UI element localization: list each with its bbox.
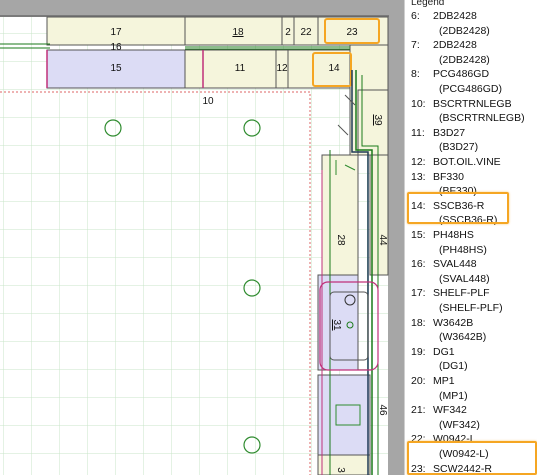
legend-item-code: DG1 <box>433 345 455 358</box>
legend-highlight-14 <box>407 192 509 224</box>
legend-item-code: SVAL448 <box>433 258 477 271</box>
label-17: 17 <box>110 27 122 38</box>
legend-item[interactable]: 7: 2DB2428 <box>411 39 477 51</box>
legend-item-number: 20: <box>411 375 426 387</box>
label-12: 12 <box>276 63 288 74</box>
legend-item-number: 15: <box>411 229 426 241</box>
legend-item-code: 2DB2428 <box>433 39 477 52</box>
legend-item-subcode: (WF342) <box>439 418 480 431</box>
label-2: 2 <box>285 27 291 38</box>
label-44: 44 <box>377 234 388 246</box>
legend-item-subcode: (PH48HS) <box>439 243 487 256</box>
legend-item-number: 11: <box>411 126 425 139</box>
legend-item[interactable]: 15: PH48HS <box>411 229 474 241</box>
legend-item[interactable]: 8: PCG486GD <box>411 68 489 80</box>
legend-item-number: 7: <box>411 39 420 52</box>
legend-item[interactable]: 11: B3D27 <box>411 127 465 139</box>
label-28: 28 <box>335 234 346 246</box>
legend-item-number: 17: <box>411 287 426 300</box>
legend-item[interactable]: 19: DG1 <box>411 346 455 358</box>
legend-item[interactable]: 10: BSCRTRNLEGB <box>411 98 512 110</box>
label-15: 15 <box>110 63 122 74</box>
top-wall <box>0 0 404 16</box>
legend-item-code: WF342 <box>433 404 467 417</box>
legend-item-code: PH48HS <box>433 229 474 241</box>
legend-item[interactable]: 20: MP1 <box>411 375 455 387</box>
legend-item-code: BF330 <box>433 170 464 183</box>
label-3: 3 <box>335 467 346 473</box>
legend-panel: Legend 6: 2DB2428 (2DB2428) 7: 2DB2428 (2DB24… <box>404 0 537 475</box>
label-46: 46 <box>377 404 388 416</box>
legend-item[interactable]: 18: W3642B <box>411 317 473 329</box>
label-10: 10 <box>202 96 214 107</box>
legend-item-number: 18: <box>411 316 426 329</box>
legend-title: Legend <box>411 0 445 8</box>
legend-item-number: 19: <box>411 345 426 358</box>
legend-item-subcode: (2DB2428) <box>439 53 490 66</box>
legend-item[interactable]: 16: SVAL448 <box>411 258 477 270</box>
label-14: 14 <box>328 63 340 74</box>
legend-item-number: 16: <box>411 258 426 271</box>
legend-item-subcode: (W3642B) <box>439 331 487 344</box>
legend-item-subcode: (SVAL448) <box>439 272 490 285</box>
right-wall <box>388 0 404 475</box>
legend-item-subcode: (B3D27) <box>439 141 479 154</box>
floor-plan-canvas[interactable]: 17 18 2 22 23 16 15 11 12 14 10 39 28 44… <box>0 0 404 475</box>
legend-item-code: MP1 <box>433 375 455 387</box>
legend-item-subcode: (BSCRTRNLEGB) <box>439 112 525 125</box>
legend-item-number: 10: <box>411 97 426 110</box>
label-18: 18 <box>232 27 244 38</box>
legend-item[interactable]: 17: SHELF-PLF <box>411 287 490 299</box>
legend-item-number: 12: <box>411 156 426 168</box>
cabinet-14[interactable] <box>287 49 351 89</box>
legend-highlight-23 <box>407 441 537 475</box>
legend-item-code: W3642B <box>433 316 474 329</box>
legend-item-code: BSCRTRNLEGB <box>433 97 512 110</box>
legend-item-subcode: (SHELF-PLF) <box>439 302 503 314</box>
label-39: 39 <box>372 114 383 126</box>
legend-item-subcode: (PCG486GD) <box>439 83 503 95</box>
cabinet-28[interactable] <box>321 154 359 276</box>
label-22: 22 <box>300 27 312 38</box>
legend-item[interactable]: 12: BOT.OIL.VINE <box>411 156 501 168</box>
legend-item-number: 13: <box>411 170 426 183</box>
label-31: 31 <box>331 319 342 331</box>
legend-item[interactable]: 21: WF342 <box>411 404 467 416</box>
legend-item-number: 21: <box>411 404 426 417</box>
legend-item[interactable]: 13: BF330 <box>411 171 464 183</box>
legend-item-number: 8: <box>411 68 420 81</box>
label-11: 11 <box>235 63 246 74</box>
legend-item-subcode: (DG1) <box>439 360 468 373</box>
legend-item-code: 2DB2428 <box>433 10 477 22</box>
legend-item[interactable]: 6: 2DB2428 <box>411 10 477 22</box>
legend-item-subcode: (2DB2428) <box>439 24 490 37</box>
legend-item-subcode: (MP1) <box>439 389 468 402</box>
legend-item-code: B3D27 <box>433 126 466 139</box>
label-16: 16 <box>110 42 122 53</box>
legend-item-code: PCG486GD <box>433 68 490 81</box>
legend-item-code: BOT.OIL.VINE <box>433 156 501 168</box>
legend-item-code: SHELF-PLF <box>433 287 490 300</box>
cabinet-46[interactable] <box>317 374 371 456</box>
cabinet-range-area[interactable] <box>184 49 204 89</box>
label-23: 23 <box>346 27 358 38</box>
legend-item-number: 6: <box>411 10 420 22</box>
